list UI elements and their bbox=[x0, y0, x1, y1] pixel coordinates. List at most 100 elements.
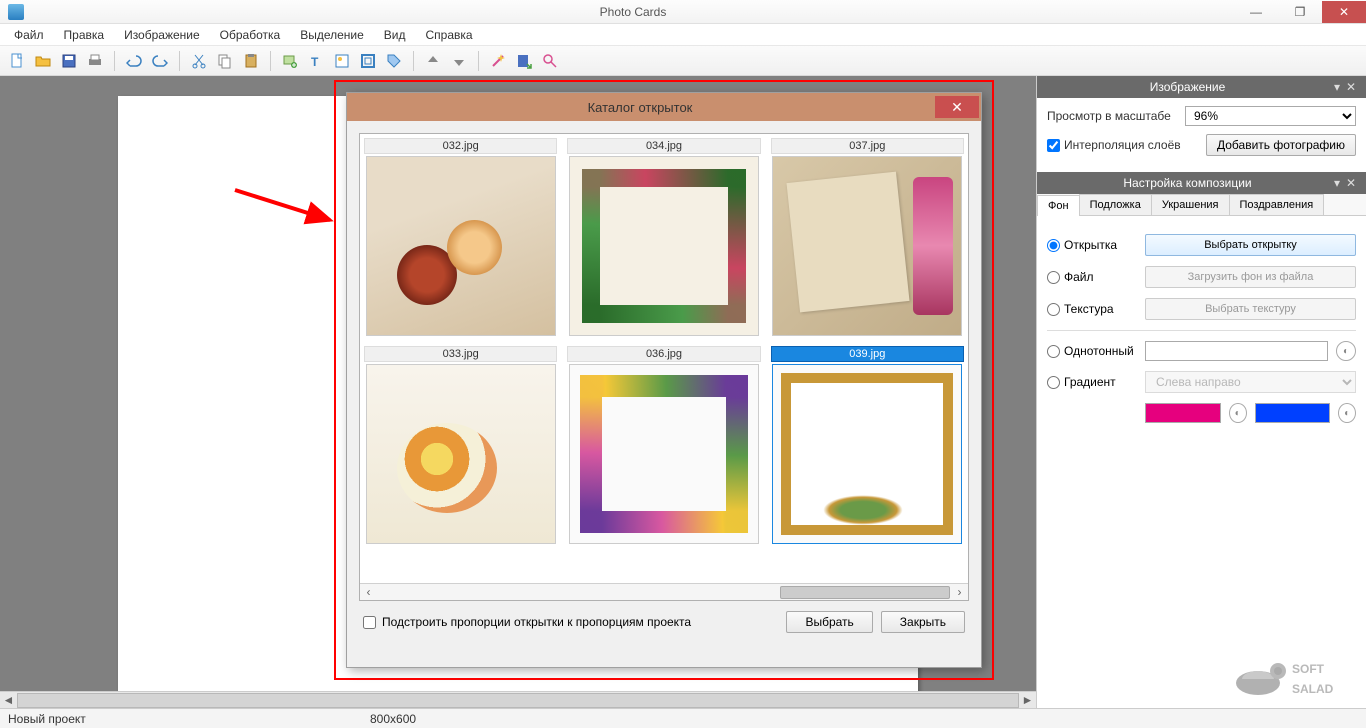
thumbnail-image[interactable] bbox=[366, 156, 556, 336]
thumbnail-label: 037.jpg bbox=[771, 138, 964, 154]
menu-view[interactable]: Вид bbox=[374, 26, 416, 44]
thumbnail-item[interactable]: 039.jpg bbox=[771, 346, 964, 544]
paste-icon[interactable] bbox=[240, 50, 262, 72]
scale-select[interactable]: 96% bbox=[1185, 106, 1356, 126]
add-photo-button[interactable]: Добавить фотографию bbox=[1206, 134, 1356, 156]
color-picker-icon[interactable]: ◐ bbox=[1229, 403, 1247, 423]
bg-file-radio[interactable]: Файл bbox=[1047, 270, 1137, 284]
close-button[interactable]: ✕ bbox=[1322, 1, 1366, 23]
tab-decorations[interactable]: Украшения bbox=[1151, 194, 1230, 215]
thumbnail-image[interactable] bbox=[772, 364, 962, 544]
thumbnail-item[interactable]: 032.jpg bbox=[364, 138, 557, 336]
fit-proportions-checkbox[interactable]: Подстроить пропорции открытки к пропорци… bbox=[363, 615, 778, 629]
divider bbox=[1047, 330, 1356, 331]
thumbnail-item[interactable]: 037.jpg bbox=[771, 138, 964, 336]
add-image-icon[interactable] bbox=[279, 50, 301, 72]
interpolation-checkbox[interactable]: Интерполяция слоёв bbox=[1047, 138, 1198, 152]
tag-icon[interactable] bbox=[383, 50, 405, 72]
cut-icon[interactable] bbox=[188, 50, 210, 72]
scroll-right-icon[interactable]: ► bbox=[1019, 692, 1036, 709]
thumbnail-image[interactable] bbox=[569, 156, 759, 336]
scroll-right-icon[interactable]: › bbox=[951, 585, 968, 599]
save-icon[interactable] bbox=[58, 50, 80, 72]
window-buttons: — ❐ ✕ bbox=[1234, 1, 1366, 23]
gradient-direction-select[interactable]: Слева направо bbox=[1145, 371, 1356, 393]
tab-underlay[interactable]: Подложка bbox=[1079, 194, 1152, 215]
open-icon[interactable] bbox=[32, 50, 54, 72]
panel-pin-icon[interactable]: ▾ bbox=[1330, 80, 1344, 94]
wand-icon[interactable] bbox=[487, 50, 509, 72]
dialog-scrollbar[interactable]: ‹ › bbox=[360, 583, 968, 600]
annotation-arrow-icon bbox=[230, 180, 340, 233]
panel-composition-title: Настройка композиции bbox=[1045, 176, 1330, 190]
separator bbox=[114, 51, 115, 71]
separator bbox=[270, 51, 271, 71]
zoom-icon[interactable] bbox=[539, 50, 561, 72]
horizontal-scrollbar[interactable]: ◄ ► bbox=[0, 691, 1036, 708]
panel-image-title: Изображение bbox=[1045, 80, 1330, 94]
menu-file[interactable]: Файл bbox=[4, 26, 54, 44]
redo-icon[interactable] bbox=[149, 50, 171, 72]
bg-gradient-radio[interactable]: Градиент bbox=[1047, 375, 1137, 389]
thumbnail-label: 036.jpg bbox=[567, 346, 760, 362]
thumbnail-item[interactable]: 033.jpg bbox=[364, 346, 557, 544]
print-icon[interactable] bbox=[84, 50, 106, 72]
panel-close-icon[interactable]: ✕ bbox=[1344, 176, 1358, 190]
menu-select[interactable]: Выделение bbox=[290, 26, 374, 44]
panel-pin-icon[interactable]: ▾ bbox=[1330, 176, 1344, 190]
thumbnail-image[interactable] bbox=[569, 364, 759, 544]
window-title: Photo Cards bbox=[32, 5, 1234, 19]
status-bar: Новый проект 800x600 bbox=[0, 708, 1366, 728]
status-dimensions: 800x600 bbox=[370, 712, 416, 726]
maximize-button[interactable]: ❐ bbox=[1278, 1, 1322, 23]
down-icon[interactable] bbox=[448, 50, 470, 72]
solid-color-swatch[interactable] bbox=[1145, 341, 1328, 361]
color-picker-icon[interactable]: ◐ bbox=[1336, 341, 1356, 361]
thumbnail-label: 034.jpg bbox=[567, 138, 760, 154]
select-card-button[interactable]: Выбрать открытку bbox=[1145, 234, 1356, 256]
panel-close-icon[interactable]: ✕ bbox=[1344, 80, 1358, 94]
menu-edit[interactable]: Правка bbox=[54, 26, 115, 44]
frame-icon[interactable] bbox=[357, 50, 379, 72]
bg-texture-radio[interactable]: Текстура bbox=[1047, 302, 1137, 316]
up-icon[interactable] bbox=[422, 50, 444, 72]
dialog-close-button[interactable]: ✕ bbox=[935, 96, 979, 118]
thumbnail-label: 033.jpg bbox=[364, 346, 557, 362]
separator bbox=[478, 51, 479, 71]
undo-icon[interactable] bbox=[123, 50, 145, 72]
save-as-icon[interactable] bbox=[513, 50, 535, 72]
dialog-titlebar[interactable]: Каталог открыток ✕ bbox=[347, 93, 981, 121]
new-icon[interactable] bbox=[6, 50, 28, 72]
thumbnail-label: 032.jpg bbox=[364, 138, 557, 154]
menu-help[interactable]: Справка bbox=[416, 26, 483, 44]
color-picker-icon[interactable]: ◐ bbox=[1338, 403, 1356, 423]
bg-card-radio[interactable]: Открытка bbox=[1047, 238, 1137, 252]
thumbnail-image[interactable] bbox=[366, 364, 556, 544]
load-file-button[interactable]: Загрузить фон из файла bbox=[1145, 266, 1356, 288]
scroll-left-icon[interactable]: ◄ bbox=[0, 692, 17, 709]
fit-checkbox-input[interactable] bbox=[363, 616, 376, 629]
interpolation-input[interactable] bbox=[1047, 139, 1060, 152]
panel-image-header: Изображение ▾ ✕ bbox=[1037, 76, 1366, 98]
bg-solid-radio[interactable]: Однотонный bbox=[1047, 344, 1137, 358]
copy-icon[interactable] bbox=[214, 50, 236, 72]
tab-background[interactable]: Фон bbox=[1037, 195, 1080, 216]
gradient-color1-swatch[interactable] bbox=[1145, 403, 1221, 423]
text-icon[interactable]: T bbox=[305, 50, 327, 72]
minimize-button[interactable]: — bbox=[1234, 1, 1278, 23]
thumbnail-image[interactable] bbox=[772, 156, 962, 336]
scroll-left-icon[interactable]: ‹ bbox=[360, 585, 377, 599]
menu-image[interactable]: Изображение bbox=[114, 26, 210, 44]
select-texture-button[interactable]: Выбрать текстуру bbox=[1145, 298, 1356, 320]
scroll-thumb[interactable] bbox=[17, 693, 1019, 708]
clipart-icon[interactable] bbox=[331, 50, 353, 72]
thumbnail-item[interactable]: 034.jpg bbox=[567, 138, 760, 336]
thumbnail-item[interactable]: 036.jpg bbox=[567, 346, 760, 544]
menu-process[interactable]: Обработка bbox=[210, 26, 291, 44]
close-button[interactable]: Закрыть bbox=[881, 611, 965, 633]
scroll-thumb[interactable] bbox=[780, 586, 950, 599]
gradient-color2-swatch[interactable] bbox=[1255, 403, 1331, 423]
app-icon bbox=[8, 4, 24, 20]
select-button[interactable]: Выбрать bbox=[786, 611, 872, 633]
tab-greetings[interactable]: Поздравления bbox=[1229, 194, 1325, 215]
